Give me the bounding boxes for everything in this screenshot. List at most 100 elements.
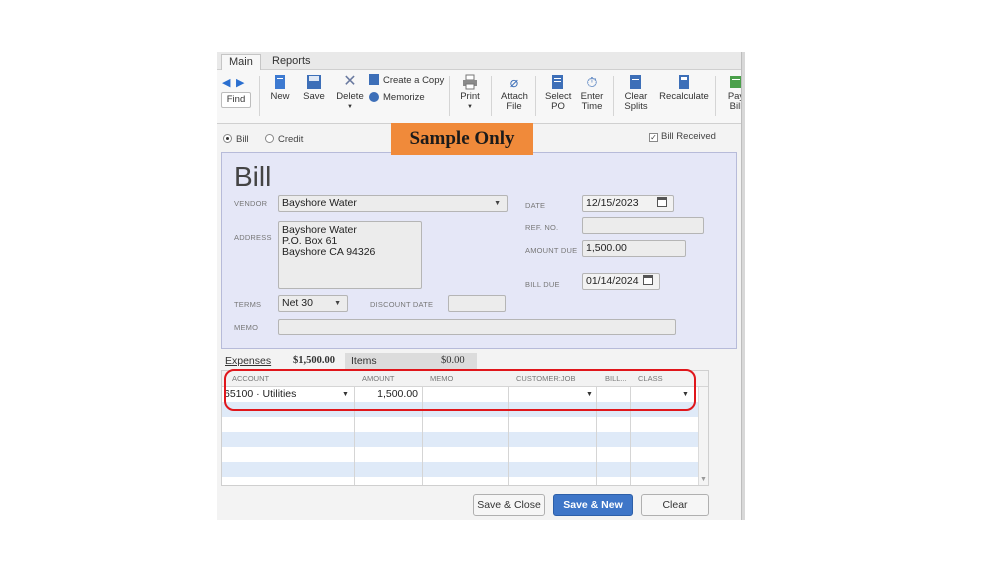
calendar-icon[interactable] bbox=[657, 197, 667, 207]
calendar-icon[interactable] bbox=[643, 275, 653, 285]
bill-received-label: Bill Received bbox=[661, 131, 716, 142]
toolbar-separator bbox=[535, 76, 536, 116]
clear-splits-button[interactable]: Clear Splits bbox=[623, 74, 649, 112]
create-copy-button[interactable]: Create a Copy bbox=[369, 74, 445, 86]
new-doc-icon bbox=[275, 75, 285, 89]
toolbar-separator bbox=[613, 76, 614, 116]
stopwatch-icon: ⏱ bbox=[586, 74, 598, 90]
memorize-label: Memorize bbox=[383, 92, 425, 103]
new-button[interactable]: New bbox=[269, 74, 291, 102]
attach-file-button[interactable]: ⌀ Attach File bbox=[501, 74, 528, 112]
ref-no-field[interactable] bbox=[582, 217, 704, 234]
address-label: ADDRESS bbox=[234, 233, 272, 242]
clear-splits-icon bbox=[630, 75, 641, 89]
select-po-icon bbox=[552, 75, 563, 89]
grid-scrollbar[interactable]: ▼ bbox=[698, 387, 708, 485]
forward-arrow-icon[interactable]: ▶ bbox=[236, 76, 244, 89]
save-label: Save bbox=[303, 91, 325, 102]
checkmark-icon: ✓ bbox=[649, 133, 658, 142]
ribbon-tabbar: Main Reports bbox=[217, 52, 745, 70]
amount-due-label: AMOUNT DUE bbox=[525, 246, 578, 255]
chevron-down-icon: ▼ bbox=[334, 300, 341, 307]
credit-radio[interactable]: Credit bbox=[265, 134, 303, 145]
calculator-icon bbox=[679, 75, 689, 89]
toolbar-separator bbox=[491, 76, 492, 116]
clear-button[interactable]: Clear bbox=[641, 494, 709, 516]
date-field[interactable]: 12/15/2023 bbox=[582, 195, 674, 212]
radio-dot-icon bbox=[223, 134, 232, 143]
highlight-annotation bbox=[224, 369, 696, 411]
enter-time-button[interactable]: ⏱ Enter Time bbox=[579, 74, 605, 112]
amount-due-field[interactable]: 1,500.00 bbox=[582, 240, 686, 257]
items-tab-label: Items bbox=[351, 355, 377, 367]
delete-label: Delete bbox=[336, 91, 364, 102]
save-new-button[interactable]: Save & New bbox=[553, 494, 633, 516]
credit-radio-label: Credit bbox=[278, 134, 304, 145]
date-label: DATE bbox=[525, 201, 546, 210]
clear-splits-label-2: Splits bbox=[624, 101, 648, 112]
address-box[interactable]: Bayshore Water P.O. Box 61 Bayshore CA 9… bbox=[278, 221, 422, 289]
tab-main[interactable]: Main bbox=[221, 54, 261, 70]
print-label: Print bbox=[460, 91, 480, 102]
vendor-label: VENDOR bbox=[234, 199, 268, 208]
toolbar-separator bbox=[259, 76, 260, 116]
terms-dropdown[interactable]: Net 30 ▼ bbox=[278, 295, 348, 312]
radio-dot-icon bbox=[265, 134, 274, 143]
attach-label-2: File bbox=[506, 101, 522, 112]
select-po-label-2: PO bbox=[551, 101, 565, 112]
detail-tabs: Expenses $1,500.00 Items $0.00 bbox=[221, 353, 737, 369]
find-button[interactable]: Find bbox=[221, 92, 251, 108]
save-close-button[interactable]: Save & Close bbox=[473, 494, 545, 516]
printer-icon bbox=[463, 74, 477, 90]
tab-expenses[interactable]: Expenses bbox=[225, 353, 271, 369]
back-arrow-icon[interactable]: ◀ bbox=[222, 76, 230, 89]
new-label: New bbox=[270, 91, 290, 102]
date-value: 12/15/2023 bbox=[586, 197, 639, 209]
expenses-tab-label: Expenses bbox=[225, 355, 272, 367]
expenses-total: $1,500.00 bbox=[293, 355, 335, 366]
memorize-button[interactable]: Memorize bbox=[369, 92, 445, 103]
vendor-dropdown[interactable]: Bayshore Water ▼ bbox=[278, 195, 508, 212]
form-title: Bill bbox=[234, 161, 272, 192]
create-copy-label: Create a Copy bbox=[383, 75, 445, 86]
table-row[interactable] bbox=[222, 462, 700, 477]
vendor-value: Bayshore Water bbox=[282, 197, 357, 209]
toolbar: ◀ ▶ Find New Save ✕ Delete ▼ Create a Co… bbox=[217, 70, 745, 124]
memo-field[interactable] bbox=[278, 319, 676, 335]
bill-due-field[interactable]: 01/14/2024 bbox=[582, 273, 660, 290]
tab-items[interactable]: Items bbox=[351, 353, 377, 369]
address-line: Bayshore CA 94326 bbox=[282, 246, 376, 258]
table-row[interactable] bbox=[222, 447, 700, 462]
ref-no-label: REF. NO. bbox=[525, 223, 559, 232]
discount-date-field[interactable] bbox=[448, 295, 506, 312]
window-right-border bbox=[741, 52, 745, 520]
items-total: $0.00 bbox=[441, 355, 465, 366]
terms-value: Net 30 bbox=[282, 297, 313, 309]
bill-radio-label: Bill bbox=[236, 134, 249, 145]
copy-icon bbox=[369, 74, 379, 85]
bill-form-panel: Bill VENDOR Bayshore Water ▼ ADDRESS Bay… bbox=[221, 152, 737, 349]
select-po-button[interactable]: Select PO bbox=[545, 74, 571, 112]
scroll-down-icon[interactable]: ▼ bbox=[700, 476, 707, 483]
bill-due-value: 01/14/2024 bbox=[586, 275, 639, 287]
bill-due-label: BILL DUE bbox=[525, 280, 560, 289]
tab-reports[interactable]: Reports bbox=[265, 54, 318, 70]
enter-time-label-2: Time bbox=[581, 101, 603, 112]
toolbar-separator bbox=[449, 76, 450, 116]
terms-label: TERMS bbox=[234, 300, 262, 309]
table-row[interactable] bbox=[222, 417, 700, 432]
chevron-down-icon: ▼ bbox=[467, 104, 473, 110]
recalculate-label: Recalculate bbox=[659, 91, 709, 102]
bill-radio[interactable]: Bill bbox=[223, 134, 249, 145]
paperclip-icon: ⌀ bbox=[509, 74, 519, 90]
table-row[interactable] bbox=[222, 432, 700, 447]
delete-button[interactable]: ✕ Delete ▼ bbox=[335, 74, 365, 112]
bill-received-checkbox[interactable]: ✓ Bill Received bbox=[649, 131, 716, 142]
delete-x-icon: ✕ bbox=[343, 73, 357, 90]
save-disk-icon bbox=[307, 75, 321, 89]
recalculate-button[interactable]: Recalculate bbox=[657, 74, 711, 102]
memo-label: MEMO bbox=[234, 323, 259, 332]
chevron-down-icon: ▼ bbox=[494, 200, 501, 207]
print-button[interactable]: Print ▼ bbox=[457, 74, 483, 112]
save-button[interactable]: Save bbox=[301, 74, 327, 102]
